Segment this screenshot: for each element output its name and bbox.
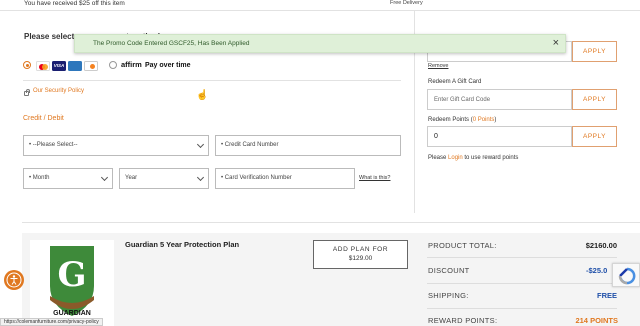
payment-divider [23,80,401,81]
points-count: 0 Points [472,117,495,123]
cvv-placeholder: Card Verification Number [224,175,292,181]
shipping-value: FREE [596,291,617,300]
points-value: 0 [434,133,438,140]
points-field[interactable]: 0 [427,126,572,147]
expiry-year-select[interactable]: Year [119,168,209,189]
visa-icon: VISA [52,61,66,71]
accessibility-icon [6,272,22,288]
card-logos: VISA [36,61,98,71]
recaptcha-icon [618,267,636,285]
affirm-logo: affirm [121,60,142,69]
expiry-month-select[interactable]: • Month [23,168,113,189]
mastercard-icon [36,61,50,71]
promo-toast: The Promo Code Entered GSCF25, Has Been … [74,34,566,53]
summary-divider [427,283,617,284]
top-divider [0,10,640,11]
remove-promo-link[interactable]: Remove [428,63,448,69]
reward-points-value: 214 POINTS [575,316,618,325]
product-total-label: PRODUCT TOTAL: [428,241,497,250]
card-type-value: --Please Select-- [32,142,78,148]
section-divider [22,222,640,223]
add-plan-price: $129.00 [348,255,373,262]
gift-card-label: Redeem A Gift Card [428,79,482,85]
credit-debit-heading: Credit / Debit [23,115,64,122]
amex-icon [68,61,82,71]
discount-label: DISCOUNT [428,266,470,275]
discount-received-note: You have received $25 off this item [24,0,125,7]
add-plan-label: ADD PLAN FOR [332,246,389,253]
product-total-value: $2160.00 [585,241,617,250]
chevron-down-icon [100,173,109,182]
close-icon[interactable]: × [553,37,559,49]
gift-card-apply-button[interactable]: APPLY [572,89,617,110]
plan-title: Guardian 5 Year Protection Plan [125,240,240,249]
gift-card-field[interactable]: Enter Gift Card Code [427,89,572,110]
month-value: Month [32,175,50,181]
gift-card-placeholder: Enter Gift Card Code [434,97,491,103]
chevron-down-icon [196,140,205,149]
hand-cursor-icon: ☝ [196,90,209,101]
points-apply-button[interactable]: APPLY [572,126,617,147]
what-is-this-link[interactable]: What is this? [359,175,390,181]
credit-card-radio[interactable] [23,61,31,69]
svg-text:G: G [57,255,86,295]
summary-divider [427,257,617,258]
shipping-label: SHIPPING: [428,291,469,300]
cvv-field[interactable]: • Card Verification Number [215,168,355,189]
card-type-select[interactable]: • --Please Select-- [23,135,209,156]
accessibility-button[interactable] [4,270,24,290]
year-value: Year [125,175,138,181]
redeem-points-label: Redeem Points (0 Points) [428,117,497,123]
lock-icon [24,89,30,96]
status-bar-url: https://colemanfurniture.com/privacy-pol… [0,318,103,326]
login-link[interactable]: Login [448,155,463,161]
affirm-radio[interactable] [109,61,117,69]
login-note: Please Login to use reward points [428,155,519,161]
guardian-logo: G GUARDIAN [30,240,114,326]
chevron-down-icon [196,173,205,182]
guardian-brand-text: GUARDIAN [53,310,91,317]
card-number-placeholder: Credit Card Number [224,142,279,148]
promo-apply-button[interactable]: APPLY [572,41,617,62]
pay-over-time-label: Pay over time [145,62,191,69]
security-policy-link[interactable]: Our Security Policy [33,88,84,94]
card-number-field[interactable]: • Credit Card Number [215,135,401,156]
summary-divider [427,308,617,309]
reward-points-label: REWARD POINTS: [428,316,498,325]
toast-message: The Promo Code Entered GSCF25, Has Been … [93,40,250,47]
discover-icon [84,61,98,71]
add-plan-button[interactable]: ADD PLAN FOR $129.00 [313,240,408,269]
recaptcha-badge[interactable] [612,263,640,287]
free-delivery-label: Free Delivery [390,0,423,6]
discount-value: -$25.0 [586,266,608,275]
